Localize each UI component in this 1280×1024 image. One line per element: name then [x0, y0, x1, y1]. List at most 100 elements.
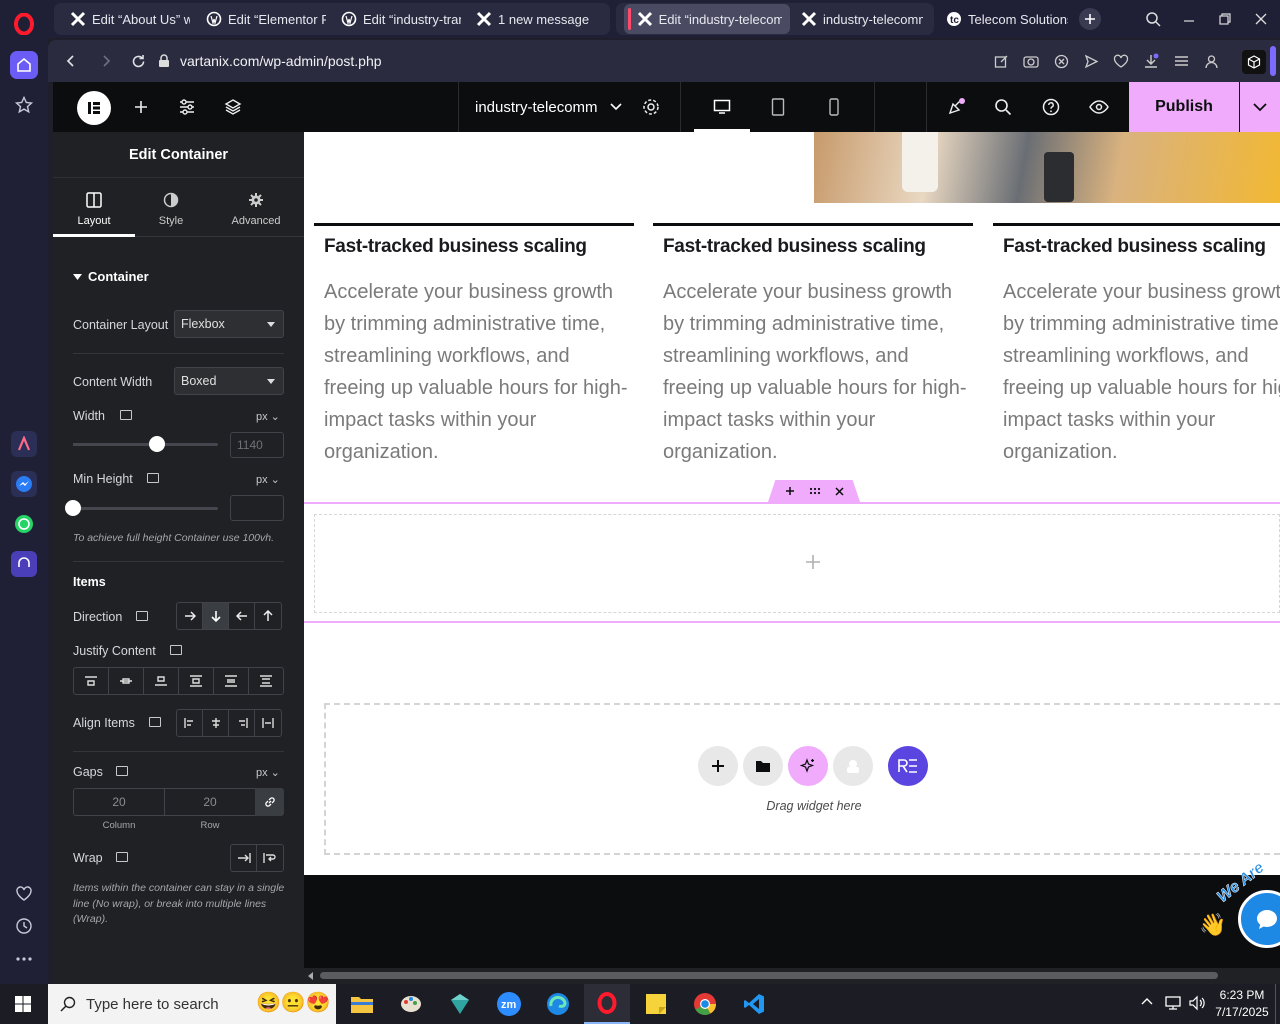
- horizontal-scrollbar[interactable]: [304, 968, 1280, 984]
- feature-column[interactable]: Fast-tracked business scaling Accelerate…: [993, 223, 1280, 468]
- search-tabs-icon[interactable]: [1142, 8, 1164, 30]
- width-input[interactable]: 1140: [230, 432, 284, 458]
- min-height-input[interactable]: [230, 495, 284, 521]
- justify-space-evenly-icon[interactable]: [249, 668, 283, 694]
- tab[interactable]: Edit “industry-transp: [333, 4, 469, 34]
- elementor-logo-icon[interactable]: [77, 91, 111, 125]
- restore-icon[interactable]: [1214, 8, 1236, 30]
- tab[interactable]: industry-telecomm: [793, 4, 931, 34]
- whatsapp-icon[interactable]: [11, 511, 37, 537]
- tab-layout[interactable]: Layout: [53, 179, 135, 237]
- star-icon[interactable]: [11, 92, 37, 118]
- edit-page-icon[interactable]: [992, 52, 1010, 70]
- mobile-view-icon[interactable]: [823, 96, 845, 118]
- structure-layers-icon[interactable]: [222, 96, 244, 118]
- send-icon[interactable]: [1082, 52, 1100, 70]
- arrow-left-icon[interactable]: [229, 603, 255, 629]
- bookmark-heart-icon[interactable]: [1112, 52, 1130, 70]
- page-settings-gear-icon[interactable]: [640, 96, 662, 118]
- desktop-view-icon[interactable]: [711, 96, 733, 118]
- preview-eye-icon[interactable]: [1088, 96, 1110, 118]
- edge-browser-icon[interactable]: [535, 984, 581, 1024]
- tablet-view-icon[interactable]: [767, 96, 789, 118]
- justify-end-icon[interactable]: [144, 668, 179, 694]
- tab-active[interactable]: Edit “industry-telecomm”: [624, 4, 790, 34]
- page-switcher[interactable]: industry-telecomm: [475, 82, 622, 132]
- downloads-icon[interactable]: [1142, 52, 1160, 70]
- search-icon[interactable]: [992, 96, 1014, 118]
- width-slider[interactable]: [73, 436, 218, 452]
- publish-button[interactable]: Publish: [1129, 82, 1239, 132]
- snapshot-icon[interactable]: [1022, 52, 1040, 70]
- volume-icon[interactable]: [1188, 995, 1206, 1011]
- minimize-icon[interactable]: [1178, 8, 1200, 30]
- re-plugin-icon[interactable]: [888, 746, 928, 786]
- gaps-unit-select[interactable]: px ⌄: [256, 766, 280, 779]
- add-widget-plus-icon[interactable]: [805, 554, 821, 570]
- tab[interactable]: Edit “About Us” wit: [62, 4, 198, 34]
- wrap-icon[interactable]: [257, 845, 283, 871]
- arrow-right-icon[interactable]: [177, 603, 203, 629]
- close-window-icon[interactable]: [1250, 8, 1272, 30]
- justify-start-icon[interactable]: [74, 668, 109, 694]
- vscode-icon[interactable]: [731, 984, 777, 1024]
- tab-advanced[interactable]: Advanced: [217, 179, 295, 237]
- tab[interactable]: tcTelecom Solutions -: [938, 4, 1076, 34]
- content-width-select[interactable]: Boxed: [174, 367, 284, 395]
- min-height-slider-handle[interactable]: [65, 500, 81, 516]
- zoom-app-icon[interactable]: zm: [486, 984, 532, 1024]
- link-values-icon[interactable]: [255, 788, 284, 816]
- add-icon[interactable]: [785, 486, 795, 496]
- home-icon[interactable]: [10, 51, 38, 79]
- width-slider-handle[interactable]: [149, 436, 166, 452]
- app-diamond-icon[interactable]: [437, 984, 483, 1024]
- tab-style[interactable]: Style: [135, 179, 207, 237]
- kit-library-icon[interactable]: [833, 746, 873, 786]
- music-player-icon[interactable]: [11, 551, 37, 577]
- tab[interactable]: Edit “Elementor Pag: [198, 4, 334, 34]
- align-end-icon[interactable]: [229, 710, 255, 736]
- ad-block-icon[interactable]: [1052, 52, 1070, 70]
- empty-container-dropzone[interactable]: [314, 514, 1280, 613]
- messenger-icon[interactable]: [11, 471, 37, 497]
- selected-container[interactable]: [304, 502, 1280, 623]
- new-tab-icon[interactable]: [1079, 8, 1101, 30]
- ai-sparkle-icon[interactable]: [788, 746, 828, 786]
- more-icon[interactable]: [11, 946, 37, 972]
- notifications-icon[interactable]: [945, 96, 967, 118]
- forward-icon[interactable]: [97, 52, 115, 70]
- arrow-down-icon[interactable]: [203, 603, 229, 629]
- justify-space-between-icon[interactable]: [179, 668, 214, 694]
- scrollbar-thumb[interactable]: [320, 972, 1218, 979]
- opera-logo-icon[interactable]: [11, 11, 37, 37]
- network-icon[interactable]: [1164, 995, 1182, 1011]
- arrow-up-icon[interactable]: [255, 603, 281, 629]
- aria-icon[interactable]: [11, 431, 37, 457]
- container-handle[interactable]: [768, 480, 860, 502]
- clock[interactable]: 6:23 PM 7/17/2025: [1212, 987, 1272, 1021]
- gap-column-input[interactable]: 20: [73, 788, 165, 816]
- easy-setup-icon[interactable]: [1172, 52, 1190, 70]
- template-library-folder-icon[interactable]: [743, 746, 783, 786]
- url-field[interactable]: vartanix.com/wp-admin/post.php: [158, 46, 898, 76]
- chrome-browser-icon[interactable]: [682, 984, 728, 1024]
- extension-cube-icon[interactable]: [1242, 50, 1266, 74]
- tray-overflow-chevron-icon[interactable]: [1140, 994, 1154, 1008]
- section-header-container[interactable]: Container: [73, 269, 149, 284]
- back-icon[interactable]: [62, 52, 80, 70]
- history-icon[interactable]: [11, 913, 37, 939]
- tab[interactable]: 1 new message: [468, 4, 608, 34]
- help-icon[interactable]: [1040, 96, 1062, 118]
- publish-options-chevron-icon[interactable]: [1240, 82, 1280, 132]
- reload-icon[interactable]: [129, 52, 147, 70]
- feature-column[interactable]: Fast-tracked business scaling Accelerate…: [653, 223, 973, 468]
- no-wrap-icon[interactable]: [231, 845, 257, 871]
- sticky-notes-icon[interactable]: [633, 984, 679, 1024]
- opera-browser-icon[interactable]: [584, 984, 630, 1024]
- align-center-icon[interactable]: [203, 710, 229, 736]
- heart-icon[interactable]: [11, 881, 37, 907]
- profile-icon[interactable]: [1202, 52, 1220, 70]
- align-stretch-icon[interactable]: [255, 710, 281, 736]
- gap-row-input[interactable]: 20: [164, 788, 256, 816]
- file-explorer-icon[interactable]: [339, 984, 385, 1024]
